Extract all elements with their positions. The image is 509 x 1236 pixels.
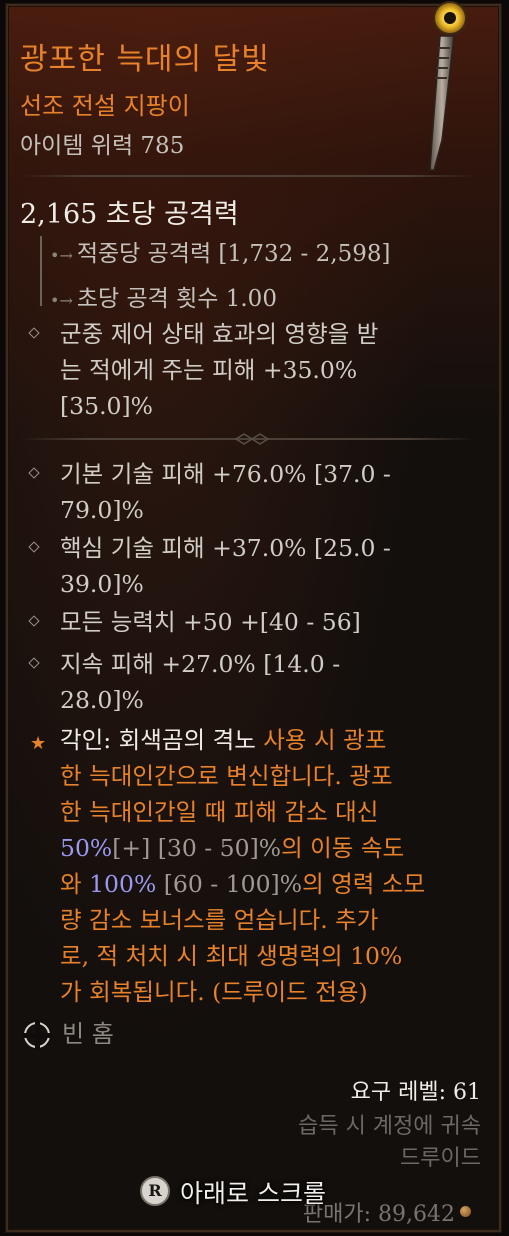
aspect-range: [+] bbox=[112, 834, 151, 862]
aspect-text: 한 늑대인간으로 변신합니다. 광포 bbox=[60, 762, 393, 790]
affix-line: 지속 피해 +27.0% [14.0 - bbox=[60, 650, 341, 678]
empty-socket-icon bbox=[22, 1020, 52, 1050]
item-power: 아이템 위력 785 bbox=[20, 133, 185, 159]
aspect-text: 의 영력 소모 bbox=[302, 870, 426, 898]
frame-corner bbox=[8, 6, 22, 20]
affix-basic-skill-damage: 기본 기술 피해 +76.0% [37.0 - 79.0]% bbox=[24, 456, 464, 528]
implicit-affix: 군중 제어 상태 효과의 영향을 받 는 적에게 주는 피해 +35.0% [3… bbox=[24, 316, 464, 424]
aspect-line: 50%[+] [30 - 50]%의 이동 속도 bbox=[24, 830, 464, 866]
affix-line: [35.0]% bbox=[60, 392, 153, 420]
aspect-text: 한 늑대인간일 때 피해 감소 대신 bbox=[60, 798, 379, 826]
damage-per-hit-text: 적중당 공격력 [1,732 - 2,598] bbox=[76, 241, 391, 267]
affix-core-skill-damage: 핵심 기술 피해 +37.0% [25.0 - 39.0]% bbox=[24, 530, 464, 602]
affix-line: 기본 기술 피해 +76.0% [37.0 - bbox=[60, 460, 391, 488]
frame-corner bbox=[485, 1216, 499, 1230]
divider bbox=[20, 175, 475, 177]
scroll-down-label: 아래로 스크롤 bbox=[180, 1179, 326, 1208]
affix-line: 39.0]% bbox=[60, 570, 144, 598]
gold-coin-icon bbox=[460, 1206, 471, 1217]
star-icon: ★ bbox=[30, 733, 47, 754]
r-key-icon: R bbox=[140, 1176, 170, 1206]
affix-all-stats: 모든 능력치 +50 +[40 - 56] bbox=[24, 604, 464, 640]
aspect-text: 사용 시 광포 bbox=[255, 726, 387, 754]
affix-line: 79.0]% bbox=[60, 496, 144, 524]
affix-line: 28.0]% bbox=[60, 686, 144, 714]
arrow-icon: •→ bbox=[50, 246, 73, 265]
attacks-per-second: •→ 초당 공격 횟수 1.00 bbox=[50, 279, 277, 313]
item-type: 선조 전설 지팡이 bbox=[20, 92, 190, 120]
legendary-aspect: ★ 각인: 회색곰의 격노 사용 시 광포 한 늑대인간으로 변신합니다. 광포… bbox=[24, 722, 464, 1010]
ornament-icon bbox=[234, 433, 270, 445]
account-bound-note: 습득 시 계정에 귀속 bbox=[298, 1114, 481, 1139]
affix-line: 는 적에게 주는 피해 +35.0% bbox=[60, 356, 358, 384]
staff-icon bbox=[429, 1, 467, 171]
aspect-text: 의 이동 속도 bbox=[281, 834, 405, 862]
dps-value: 2,165 초당 공격력 bbox=[20, 199, 239, 230]
aspect-value: 50% bbox=[60, 834, 113, 862]
aspect-name: 각인: 회색곰의 격노 bbox=[60, 726, 256, 754]
aspect-text: 와 bbox=[60, 870, 90, 898]
affix-dot-damage: 지속 피해 +27.0% [14.0 - 28.0]% bbox=[24, 646, 464, 718]
frame-corner bbox=[8, 1216, 22, 1230]
aspect-text: 가 회복됩니다. (드루이드 전용) bbox=[60, 978, 368, 1006]
class-restriction: 드루이드 bbox=[400, 1146, 481, 1171]
aspect-text: 량 감소 보너스를 얻습니다. 추가 bbox=[60, 906, 379, 934]
affix-line: 핵심 기술 피해 +37.0% [25.0 - bbox=[60, 534, 391, 562]
aspect-value: 100% bbox=[89, 870, 157, 898]
item-name: 광포한 늑대의 달빛 bbox=[20, 42, 270, 77]
required-level: 요구 레벨: 61 bbox=[350, 1080, 481, 1105]
aspect-text: 로, 적 처치 시 최대 생명력의 10% bbox=[60, 942, 403, 970]
aspect-line: 와 100% [60 - 100]%의 영력 소모 bbox=[24, 866, 464, 902]
stat-branch-line bbox=[40, 236, 42, 306]
aspect-range: [60 - 100]% bbox=[156, 870, 303, 898]
attacks-per-second-text: 초당 공격 횟수 1.00 bbox=[76, 286, 277, 312]
empty-socket-label: 빈 홈 bbox=[62, 1020, 114, 1048]
affix-line: 모든 능력치 +50 +[40 - 56] bbox=[60, 608, 361, 636]
arrow-icon: •→ bbox=[50, 291, 73, 310]
damage-per-hit: •→ 적중당 공격력 [1,732 - 2,598] bbox=[50, 234, 390, 268]
aspect-range: [30 - 50]% bbox=[150, 834, 282, 862]
affix-line: 군중 제어 상태 효과의 영향을 받 bbox=[60, 320, 379, 348]
aspect-line: 각인: 회색곰의 격노 사용 시 광포 bbox=[24, 722, 464, 758]
scroll-down-button[interactable]: R 아래로 스크롤 bbox=[140, 1174, 370, 1214]
